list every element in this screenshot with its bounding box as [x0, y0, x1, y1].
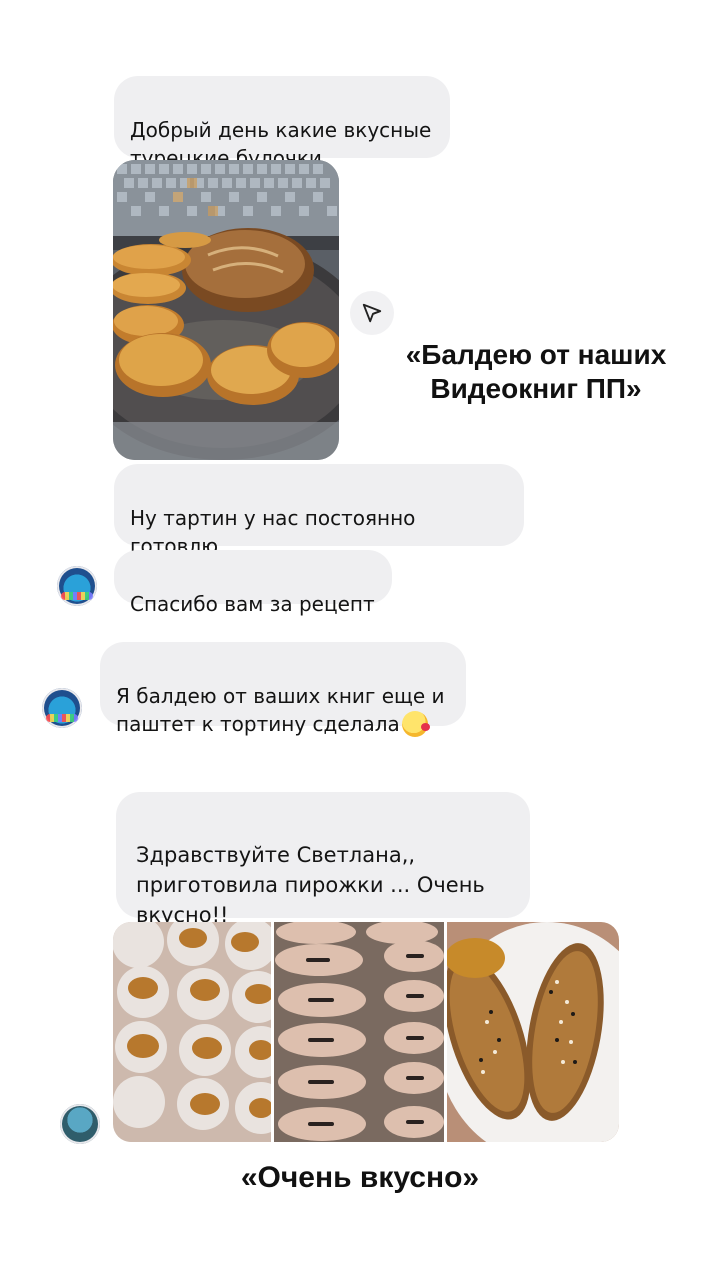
avatar[interactable]	[42, 688, 82, 728]
message-text: Спасибо вам за рецепт	[130, 592, 375, 616]
message-bubble-thanks[interactable]: Спасибо вам за рецепт	[114, 550, 392, 616]
message-bubble-pirozhki[interactable]: Здравствуйте Светлана,, приготовила пиро…	[116, 792, 530, 927]
send-arrow-icon	[361, 302, 383, 324]
photo-buns-and-bread[interactable]	[113, 160, 339, 460]
photo-pirozhki-filling[interactable]	[113, 922, 271, 1142]
message-bubble-books[interactable]: Я балдею от ваших книг еще и паштет к то…	[100, 642, 466, 737]
avatar[interactable]	[57, 566, 97, 606]
photo-pirozhki-tray[interactable]	[274, 922, 444, 1142]
message-bubble-tartin[interactable]: Ну тартин у нас постоянно готовлю родите…	[114, 464, 524, 587]
message-bubble-greeting[interactable]: Добрый день какие вкусные турецкие булоч…	[114, 76, 450, 170]
face-blowing-kiss-emoji	[401, 711, 430, 737]
caption-top: «Балдею от наших Видеокниг ПП»	[405, 339, 667, 404]
caption-bottom: «Очень вкусно»	[240, 1161, 480, 1194]
message-text: Я балдею от ваших книг еще и паштет к то…	[116, 684, 445, 736]
avatar[interactable]	[60, 1104, 100, 1144]
message-text: Здравствуйте Светлана,, приготовила пиро…	[136, 843, 485, 927]
share-button[interactable]	[350, 291, 394, 335]
photo-pirozhki-plate[interactable]	[447, 922, 619, 1142]
